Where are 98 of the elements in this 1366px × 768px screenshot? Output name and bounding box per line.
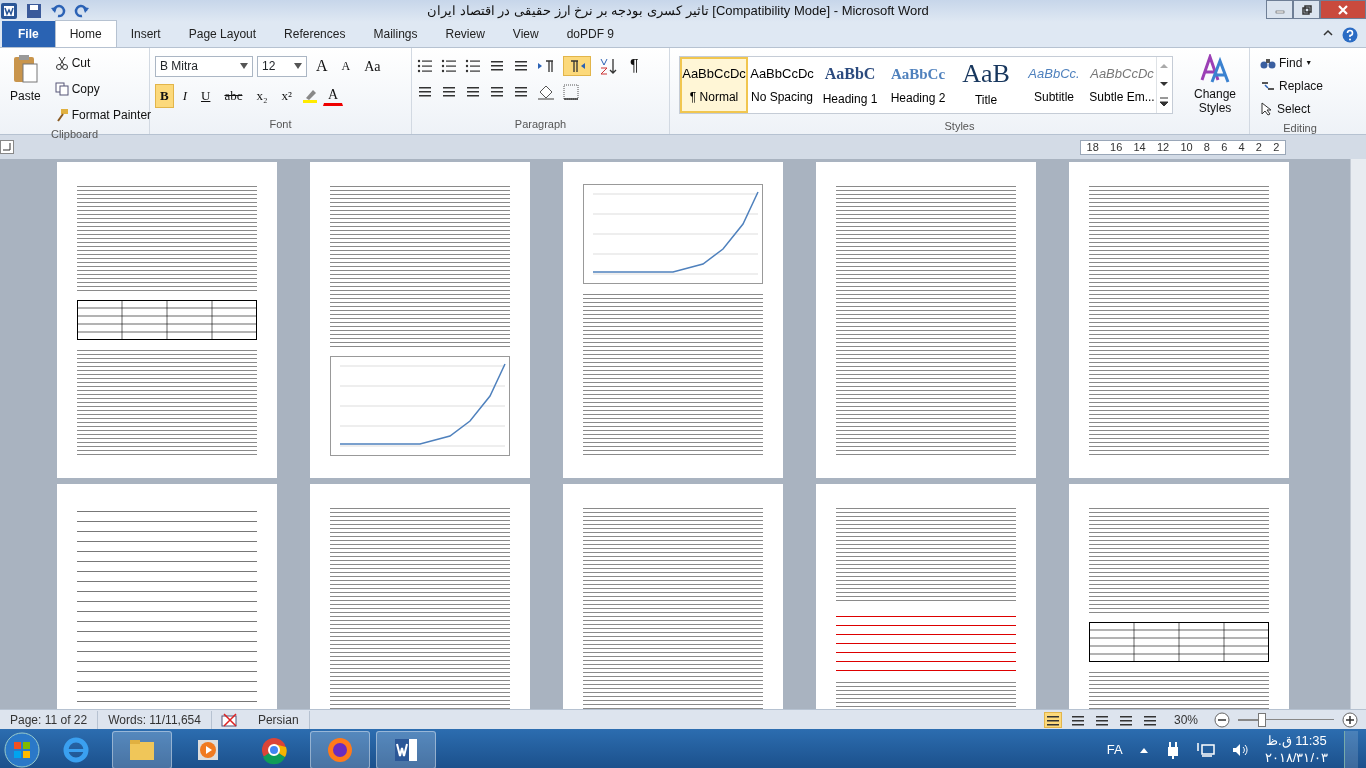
taskbar-button[interactable]	[310, 730, 370, 768]
style-gallery-item[interactable]: AaBbCc. Subtitle	[1020, 56, 1088, 113]
keyboard-language[interactable]: FA	[1106, 739, 1123, 760]
ltr-direction-icon[interactable]	[537, 58, 555, 74]
strikethrough-button[interactable]: abc	[219, 84, 248, 108]
group-label: Styles	[943, 118, 976, 134]
ribbon-tab[interactable]: Home	[54, 20, 117, 47]
change-styles-icon	[1200, 54, 1230, 84]
taskbar-button[interactable]	[112, 730, 172, 768]
style-gallery-item[interactable]: AaB Title	[952, 56, 1020, 113]
zoom-slider-thumb[interactable]	[1258, 712, 1266, 727]
align-center-icon[interactable]	[441, 84, 457, 100]
clock-date[interactable]: ۲۰۱۸/۳۱/۰۳	[1264, 749, 1328, 767]
paint-bucket-icon[interactable]	[537, 84, 555, 100]
network-icon[interactable]	[1196, 741, 1215, 758]
decrease-indent-icon[interactable]	[489, 58, 505, 74]
close-button[interactable]	[1320, 0, 1366, 19]
help-icon[interactable]	[1342, 27, 1358, 43]
replace-icon	[1260, 79, 1276, 93]
undo-icon[interactable]	[50, 3, 66, 19]
style-gallery-item[interactable]: AaBbCcDc Subtle Em...	[1088, 56, 1156, 113]
rtl-direction-button[interactable]	[563, 56, 591, 76]
restore-icon	[1301, 4, 1312, 15]
zoom-level[interactable]: 30%	[1165, 710, 1206, 729]
language-indicator[interactable]: Persian	[247, 710, 310, 729]
ribbon-tab[interactable]: Mailings	[359, 21, 432, 47]
ribbon-tab[interactable]: Page Layout	[174, 21, 271, 47]
sort-icon[interactable]	[599, 57, 617, 75]
maximize-button[interactable]	[1293, 0, 1320, 19]
page-count: Page: 11 of 22	[0, 710, 99, 729]
vertical-scrollbar[interactable]	[1350, 159, 1366, 709]
style-gallery-item[interactable]: AaBbC Heading 1	[816, 56, 884, 113]
copy-button[interactable]: Copy	[49, 78, 157, 100]
scissors-icon	[54, 56, 69, 70]
change-styles-button[interactable]: Change Styles	[1185, 52, 1245, 118]
paste-button[interactable]: Paste	[5, 52, 46, 126]
multilevel-list-icon[interactable]	[465, 58, 481, 74]
ribbon-tab[interactable]: Insert	[116, 21, 175, 47]
clock-time[interactable]: 11:35 ق.ظ	[1265, 732, 1327, 750]
save-icon[interactable]	[26, 3, 42, 19]
style-gallery-item[interactable]: AaBbCcDc ¶ Normal	[680, 56, 748, 113]
bullets-icon[interactable]	[417, 58, 433, 74]
align-left-icon[interactable]	[417, 84, 433, 100]
dropdown-arrow-icon[interactable]	[240, 63, 248, 69]
replace-button[interactable]: Replace	[1255, 75, 1345, 97]
subscript-button[interactable]: x₂	[251, 84, 273, 108]
increase-indent-icon[interactable]	[513, 58, 529, 74]
cut-button[interactable]: Cut	[49, 52, 157, 74]
italic-button[interactable]: I	[177, 84, 192, 108]
word-count: Words: 11/11,654	[98, 710, 212, 729]
file-tab[interactable]: File	[2, 21, 55, 47]
close-icon	[1338, 4, 1348, 15]
font-name-field[interactable]: B Mitra	[155, 55, 253, 77]
underline-button[interactable]: U	[196, 84, 216, 108]
bold-button[interactable]: B	[155, 84, 174, 108]
clipboard-icon	[11, 54, 40, 84]
font-size-field[interactable]: 12	[257, 55, 307, 77]
cursor-icon	[1260, 102, 1274, 116]
start-button-icon[interactable]	[4, 731, 40, 768]
binoculars-icon	[1260, 56, 1276, 70]
document-title: تاثیر کسری بودجه بر نرخ ارز حقیقی در اقتصاد ایران	[427, 3, 709, 19]
copy-icon	[54, 82, 69, 96]
style-gallery-item[interactable]: AaBbCcDc No Spacing	[748, 56, 816, 113]
change-case-button[interactable]: Aa	[359, 53, 386, 79]
font-color-button[interactable]: A	[322, 85, 344, 106]
format-painter-button[interactable]: Format Painter	[49, 104, 157, 126]
group-label: Clipboard	[49, 127, 100, 142]
group-label: Editing	[1282, 121, 1318, 136]
ribbon-tab[interactable]: Review	[431, 21, 499, 47]
ribbon-tab[interactable]: doPDF 9	[552, 21, 628, 47]
horizontal-ruler: 18 16 14 12 10 8 6 4 2 2	[1080, 139, 1286, 155]
shrink-font-button[interactable]: A	[336, 55, 356, 77]
zoom-out-icon[interactable]	[1214, 711, 1230, 728]
redo-icon[interactable]	[74, 3, 90, 19]
justify-icon[interactable]	[489, 84, 505, 100]
grow-font-button[interactable]: A	[311, 52, 333, 80]
ribbon-tab[interactable]: View	[498, 21, 553, 47]
ribbon-tab[interactable]: References	[270, 21, 360, 47]
word-logo-icon	[0, 2, 18, 20]
style-gallery-item[interactable]: AaBbCc Heading 2	[884, 56, 952, 113]
align-right-icon[interactable]	[465, 84, 481, 100]
rtl-paragraph-icon	[568, 58, 586, 74]
ruler-toggle-icon[interactable]	[0, 140, 14, 154]
dropdown-arrow-icon[interactable]	[294, 63, 302, 69]
app-title: [Compatibility Mode] - Microsoft Word	[712, 3, 929, 19]
zoom-in-icon[interactable]	[1342, 711, 1358, 728]
highlighter-icon[interactable]	[300, 87, 319, 104]
borders-icon[interactable]	[563, 84, 579, 100]
show-formatting-button[interactable]: ¶	[625, 52, 644, 80]
numbering-icon[interactable]	[441, 58, 457, 74]
select-button[interactable]: Select	[1255, 98, 1345, 120]
paintbrush-icon	[54, 108, 69, 122]
proofing-icon[interactable]	[219, 712, 240, 729]
superscript-button[interactable]: x²	[276, 84, 297, 108]
group-label: Paragraph	[513, 116, 568, 132]
line-spacing-icon[interactable]	[513, 84, 529, 100]
group-label: Font	[268, 116, 293, 132]
taskbar-button[interactable]	[376, 730, 436, 768]
